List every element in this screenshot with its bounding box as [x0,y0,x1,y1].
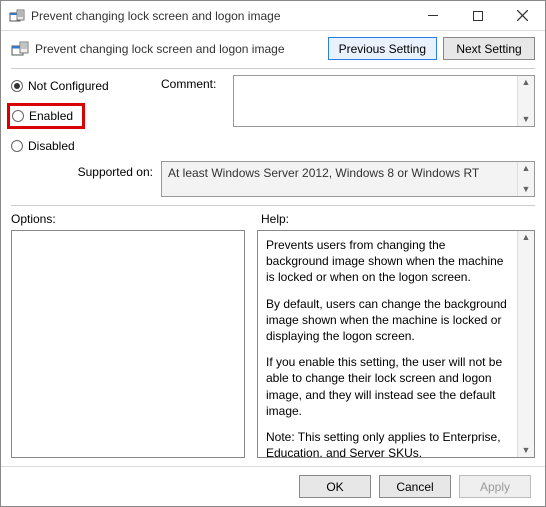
header-row: Prevent changing lock screen and logon i… [1,31,545,68]
ok-button[interactable]: OK [299,475,371,498]
radio-disabled[interactable]: Disabled [11,137,161,155]
panel-labels: Options: Help: [1,206,545,230]
help-panel: Prevents users from changing the backgro… [257,230,535,458]
footer: OK Cancel Apply [1,466,545,506]
radio-enabled[interactable]: Enabled [12,107,74,125]
highlight-enabled: Enabled [7,103,85,129]
comment-textarea[interactable]: ▲ ▼ [233,75,535,127]
policy-dialog: Prevent changing lock screen and logon i… [0,0,546,507]
radio-icon [11,140,23,152]
window-buttons [410,1,545,30]
supported-label: Supported on: [11,161,161,197]
previous-setting-button[interactable]: Previous Setting [328,37,437,60]
radio-label-enabled: Enabled [29,109,73,123]
scrollbar[interactable]: ▲ ▼ [517,162,534,196]
state-area: Not Configured Enabled Disabled Comment:… [1,69,545,157]
options-label: Options: [11,212,261,226]
supported-row: Supported on: At least Windows Server 20… [1,157,545,205]
radio-label-not-configured: Not Configured [28,79,109,93]
policy-icon [11,40,29,58]
state-radio-group: Not Configured Enabled Disabled [11,75,161,155]
policy-title: Prevent changing lock screen and logon i… [35,42,322,56]
close-button[interactable] [500,1,545,30]
scrollbar[interactable]: ▲ ▼ [517,76,534,126]
apply-button[interactable]: Apply [459,475,531,498]
comment-column: Comment: ▲ ▼ [161,75,535,155]
window-title: Prevent changing lock screen and logon i… [31,9,410,23]
help-label: Help: [261,212,289,226]
help-paragraph: By default, users can change the backgro… [266,296,509,345]
scroll-down-icon: ▼ [522,183,531,196]
next-setting-button[interactable]: Next Setting [443,37,535,60]
supported-text: At least Windows Server 2012, Windows 8 … [162,162,517,196]
help-paragraph: If you enable this setting, the user wil… [266,354,509,419]
scrollbar[interactable]: ▲ ▼ [517,231,534,457]
comment-label: Comment: [161,75,233,155]
title-bar: Prevent changing lock screen and logon i… [1,1,545,31]
app-icon [9,8,25,24]
radio-icon [11,80,23,92]
maximize-button[interactable] [455,1,500,30]
panels: Prevents users from changing the backgro… [1,230,545,466]
options-panel [11,230,245,458]
scroll-down-icon: ▼ [522,444,531,457]
supported-textarea: At least Windows Server 2012, Windows 8 … [161,161,535,197]
help-paragraph: Note: This setting only applies to Enter… [266,429,509,458]
help-text: Prevents users from changing the backgro… [258,231,517,457]
cancel-button[interactable]: Cancel [379,475,451,498]
scroll-up-icon: ▲ [522,76,531,89]
radio-icon [12,110,24,122]
scroll-up-icon: ▲ [522,162,531,175]
help-paragraph: Prevents users from changing the backgro… [266,237,509,286]
scroll-down-icon: ▼ [522,113,531,126]
comment-value [234,76,517,126]
scroll-up-icon: ▲ [522,231,531,244]
radio-not-configured[interactable]: Not Configured [11,77,161,95]
minimize-button[interactable] [410,1,455,30]
radio-label-disabled: Disabled [28,139,75,153]
